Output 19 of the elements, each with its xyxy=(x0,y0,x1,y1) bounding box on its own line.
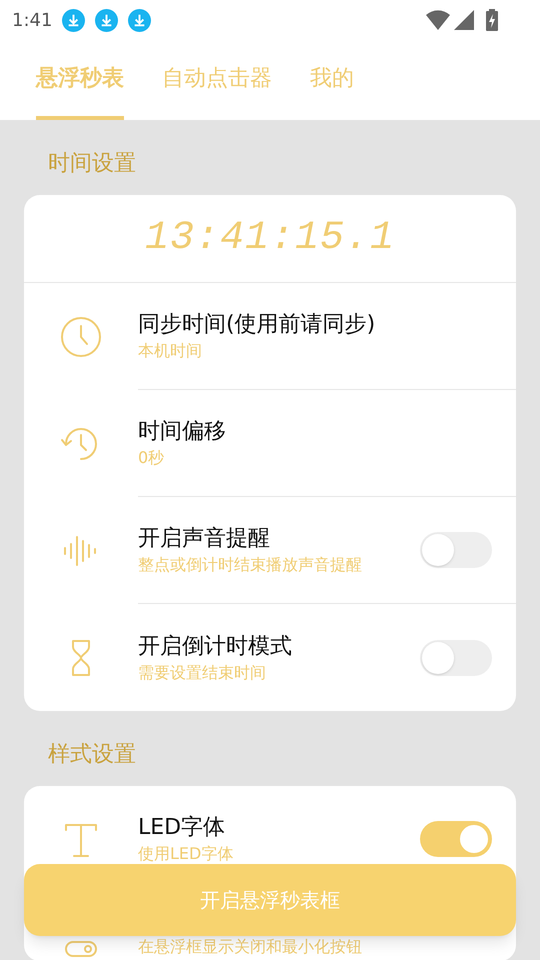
status-time: 1:41 xyxy=(12,8,52,32)
section-title: 样式设置 xyxy=(48,741,136,769)
setting-title: LED字体 xyxy=(138,814,226,842)
setting-subtitle: 使用LED字体 xyxy=(138,843,234,865)
setting-title: 时间偏移 xyxy=(138,418,227,446)
tab[interactable]: 自动点击器 xyxy=(162,40,272,120)
setting-title: 开启倒计时模式 xyxy=(138,632,293,660)
setting-subtitle: 整点或倒计时结束播放声音提醒 xyxy=(138,554,363,576)
tab[interactable]: 我的 xyxy=(310,40,354,120)
setting-subtitle: 本机时间 xyxy=(138,340,203,362)
setting-subtitle: 0秒 xyxy=(138,447,166,469)
tab[interactable]: 悬浮秒表 xyxy=(36,40,124,120)
setting-title: 同步时间(使用前请同步) xyxy=(138,311,376,339)
section-title: 时间设置 xyxy=(48,150,136,178)
led-clock: 13:41:15.1 xyxy=(144,214,396,262)
setting-subtitle: 需要设置结束时间 xyxy=(138,662,267,684)
setting-subtitle: 在悬浮框显示关闭和最小化按钮 xyxy=(138,936,362,958)
setting-title: 开启声音提醒 xyxy=(138,525,271,553)
start-floating-stopwatch-button[interactable]: 开启悬浮秒表框 xyxy=(24,864,516,936)
